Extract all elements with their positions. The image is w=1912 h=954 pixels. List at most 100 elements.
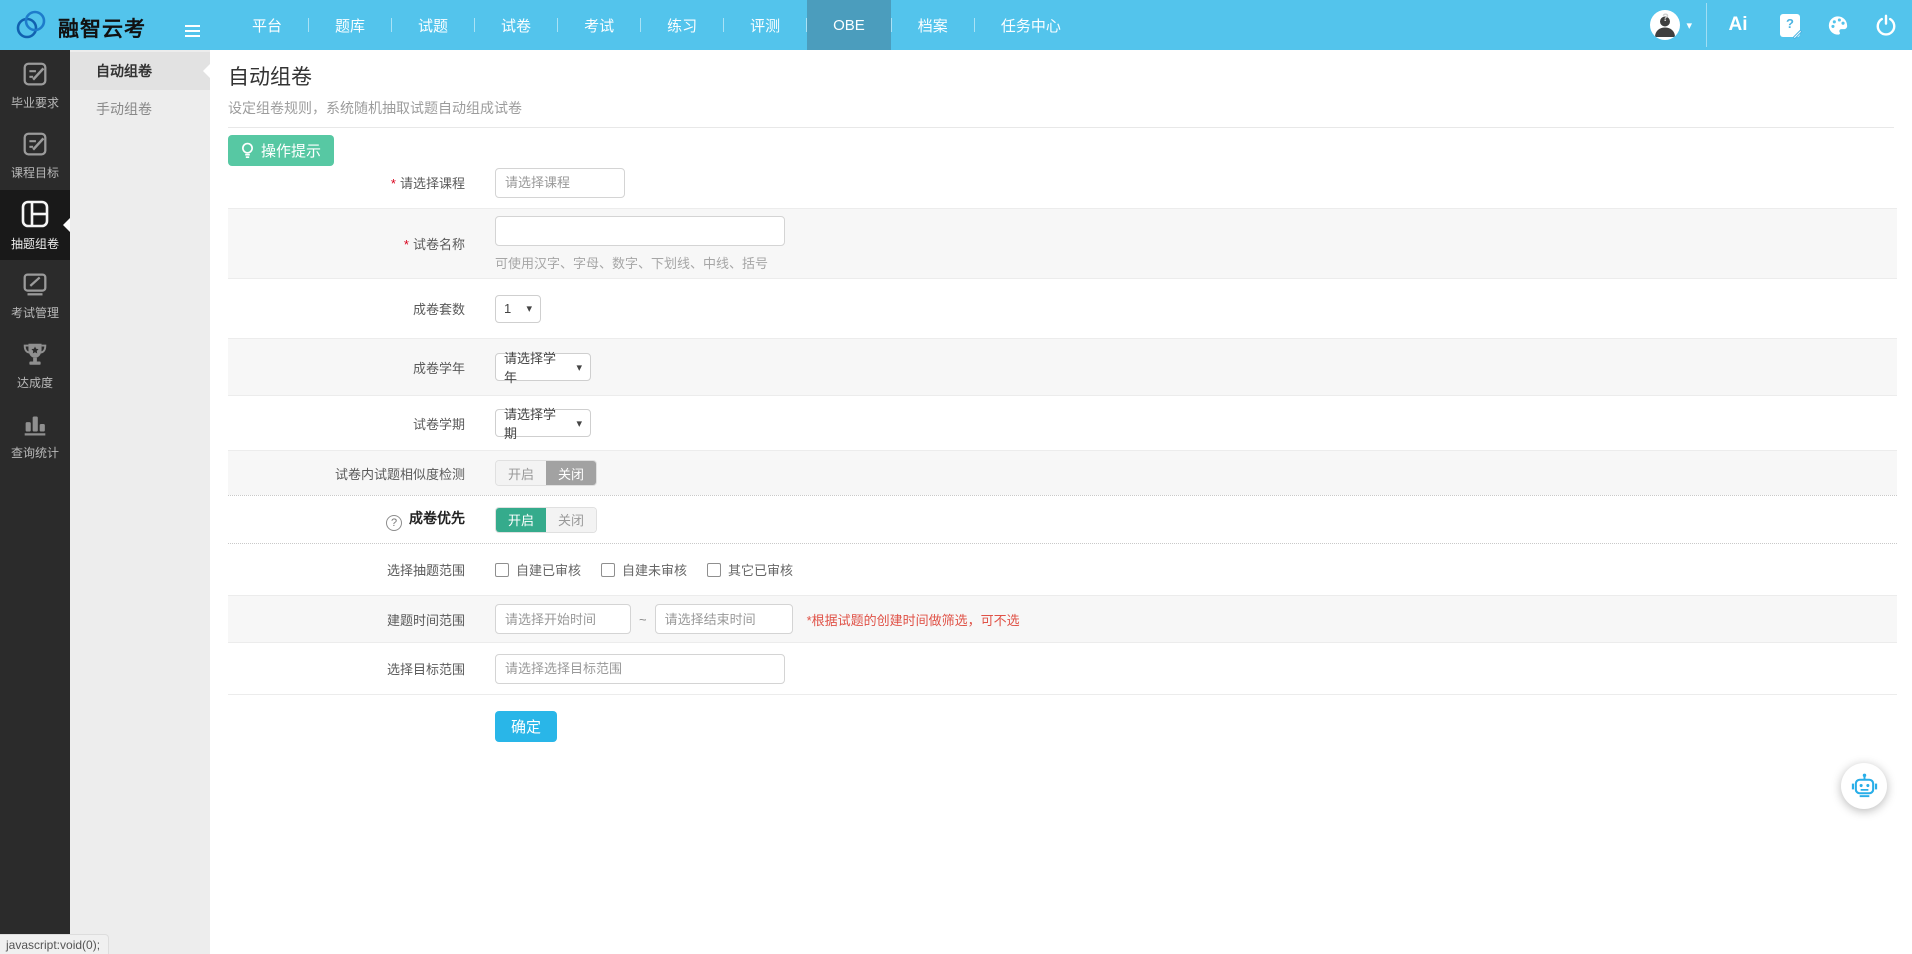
- ai-assistant-button[interactable]: Ai: [1723, 14, 1753, 36]
- brand-title: 融智云考: [58, 13, 146, 43]
- selected-notch: [56, 218, 70, 232]
- course-label: *请选择课程: [228, 173, 465, 192]
- brand-logo-icon: [14, 8, 48, 42]
- priority-label: ?成卷优先: [228, 508, 465, 531]
- nav-item-platform[interactable]: 平台: [226, 0, 308, 50]
- layout-icon: [19, 198, 51, 230]
- checkbox-icon[interactable]: [601, 563, 615, 577]
- header-divider: [228, 127, 1894, 128]
- exam-board-icon: [20, 269, 50, 299]
- topbar-divider: [1706, 3, 1707, 47]
- page-subtitle: 设定组卷规则，系统随机抽取试题自动组成试卷: [228, 98, 1896, 118]
- main-content: 自动组卷 设定组卷规则，系统随机抽取试题自动组成试卷 操作提示 *请选择课程 *…: [210, 50, 1912, 954]
- nav-item-papers[interactable]: 试卷: [475, 0, 557, 50]
- bar-chart-icon: [20, 409, 50, 439]
- theme-palette-icon[interactable]: [1827, 13, 1849, 37]
- top-right-cluster: ? ▾ Ai ?: [1650, 0, 1897, 50]
- chevron-down-icon: ▾: [568, 417, 582, 430]
- checkbox-icon[interactable]: [707, 563, 721, 577]
- form-row-course: *请选择课程: [228, 157, 1897, 208]
- course-input[interactable]: [495, 168, 625, 198]
- target-label: 选择目标范围: [228, 659, 465, 678]
- set-count-label: 成卷套数: [228, 299, 465, 318]
- nav-item-obe-active[interactable]: OBE: [807, 0, 891, 50]
- avatar-question-mark: ?: [1650, 12, 1680, 24]
- range-separator: ~: [639, 612, 647, 627]
- avatar-caret-down-icon[interactable]: ▾: [1686, 19, 1692, 32]
- time-range-note: *根据试题的创建时间做筛选，可不选: [807, 610, 1020, 629]
- sidebar-item-paper-assembly-active[interactable]: 抽题组卷: [0, 190, 70, 260]
- submenu-item-auto-assembly-active[interactable]: 自动组卷: [70, 52, 210, 90]
- sidebar-item-achievement[interactable]: 达成度: [0, 330, 70, 400]
- form-row-similarity: 试卷内试题相似度检测 开启 关闭: [228, 450, 1897, 495]
- form-row-priority: ?成卷优先 开启 关闭: [228, 495, 1897, 544]
- page-header: 自动组卷 设定组卷规则，系统随机抽取试题自动组成试卷: [210, 50, 1912, 128]
- paper-name-input[interactable]: [495, 216, 785, 246]
- similarity-on-button[interactable]: 开启: [496, 461, 546, 485]
- robot-icon: [1851, 773, 1878, 800]
- logout-power-icon[interactable]: [1875, 13, 1897, 37]
- form-row-set-count: 成卷套数 1 ▾: [228, 278, 1897, 338]
- auto-assembly-form: *请选择课程 *试卷名称 可使用汉字、字母、数字、下划线、中线、括号 成卷套数 …: [228, 157, 1897, 769]
- similarity-toggle: 开启 关闭: [495, 460, 597, 486]
- chevron-down-icon: ▾: [518, 302, 532, 315]
- paper-name-hint: 可使用汉字、字母、数字、下划线、中线、括号: [495, 253, 768, 272]
- set-count-select[interactable]: 1 ▾: [495, 295, 541, 323]
- form-row-submit: 确定: [228, 694, 1897, 769]
- trophy-icon: [20, 339, 50, 369]
- help-doc-icon[interactable]: ?: [1779, 13, 1801, 37]
- confirm-button[interactable]: 确定: [495, 711, 557, 742]
- top-bar: 融智云考 平台 题库 试题 试卷 考试 练习 评测 OBE 档案 任务中心 ? …: [0, 0, 1912, 50]
- scope-option-other-approved[interactable]: 其它已审核: [707, 560, 793, 579]
- sidebar-item-exam-management[interactable]: 考试管理: [0, 260, 70, 330]
- form-row-paper-name: *试卷名称 可使用汉字、字母、数字、下划线、中线、括号: [228, 208, 1897, 278]
- nav-item-exams[interactable]: 考试: [558, 0, 640, 50]
- nav-item-questions[interactable]: 试题: [392, 0, 474, 50]
- form-row-time-range: 建题时间范围 ~ *根据试题的创建时间做筛选，可不选: [228, 595, 1897, 642]
- year-label: 成卷学年: [228, 358, 465, 377]
- required-asterisk: *: [391, 176, 396, 191]
- user-avatar[interactable]: ?: [1650, 10, 1680, 40]
- sidebar-item-course-objectives[interactable]: 课程目标: [0, 120, 70, 190]
- priority-off-button[interactable]: 关闭: [546, 508, 596, 532]
- paper-name-label: *试卷名称: [228, 234, 465, 253]
- scope-option-self-unapproved[interactable]: 自建未审核: [601, 560, 687, 579]
- pencil-icon: [1793, 29, 1803, 39]
- menu-collapse-icon[interactable]: [185, 25, 200, 37]
- end-time-input[interactable]: [655, 604, 793, 634]
- top-nav: 平台 题库 试题 试卷 考试 练习 评测 OBE 档案 任务中心: [226, 0, 1087, 50]
- year-select[interactable]: 请选择学年 ▾: [495, 353, 591, 381]
- term-select[interactable]: 请选择学期 ▾: [495, 409, 591, 437]
- scope-label: 选择抽题范围: [228, 560, 465, 579]
- checkbox-icon[interactable]: [495, 563, 509, 577]
- status-link-hint: javascript:void(0);: [0, 934, 109, 954]
- left-sidebar: 毕业要求 课程目标 抽题组卷 考试管理: [0, 50, 70, 954]
- priority-on-button[interactable]: 开启: [496, 508, 546, 532]
- form-row-year: 成卷学年 请选择学年 ▾: [228, 338, 1897, 395]
- doc-edit-icon: [20, 129, 50, 159]
- nav-item-question-bank[interactable]: 题库: [309, 0, 391, 50]
- selected-notch: [196, 64, 210, 78]
- help-icon[interactable]: ?: [386, 515, 402, 531]
- secondary-sidebar: 自动组卷 手动组卷: [70, 50, 210, 954]
- chevron-down-icon: ▾: [568, 361, 582, 374]
- similarity-off-button[interactable]: 关闭: [546, 461, 596, 485]
- priority-toggle: 开启 关闭: [495, 507, 597, 533]
- form-row-term: 试卷学期 请选择学期 ▾: [228, 395, 1897, 450]
- time-range-label: 建题时间范围: [228, 610, 465, 629]
- nav-item-evaluation[interactable]: 评测: [724, 0, 806, 50]
- sidebar-item-graduation-requirements[interactable]: 毕业要求: [0, 50, 70, 120]
- nav-item-archives[interactable]: 档案: [892, 0, 974, 50]
- target-input[interactable]: [495, 654, 785, 684]
- page-title: 自动组卷: [228, 61, 1896, 91]
- doc-edit-icon: [20, 59, 50, 89]
- form-row-scope: 选择抽题范围 自建已审核 自建未审核 其它已审核: [228, 544, 1897, 595]
- submenu-item-manual-assembly[interactable]: 手动组卷: [70, 90, 210, 128]
- form-row-target: 选择目标范围: [228, 642, 1897, 694]
- sidebar-item-statistics[interactable]: 查询统计: [0, 400, 70, 470]
- nav-item-practice[interactable]: 练习: [641, 0, 723, 50]
- assistant-fab[interactable]: [1841, 763, 1887, 809]
- nav-item-task-center[interactable]: 任务中心: [975, 0, 1087, 50]
- start-time-input[interactable]: [495, 604, 631, 634]
- scope-option-self-approved[interactable]: 自建已审核: [495, 560, 581, 579]
